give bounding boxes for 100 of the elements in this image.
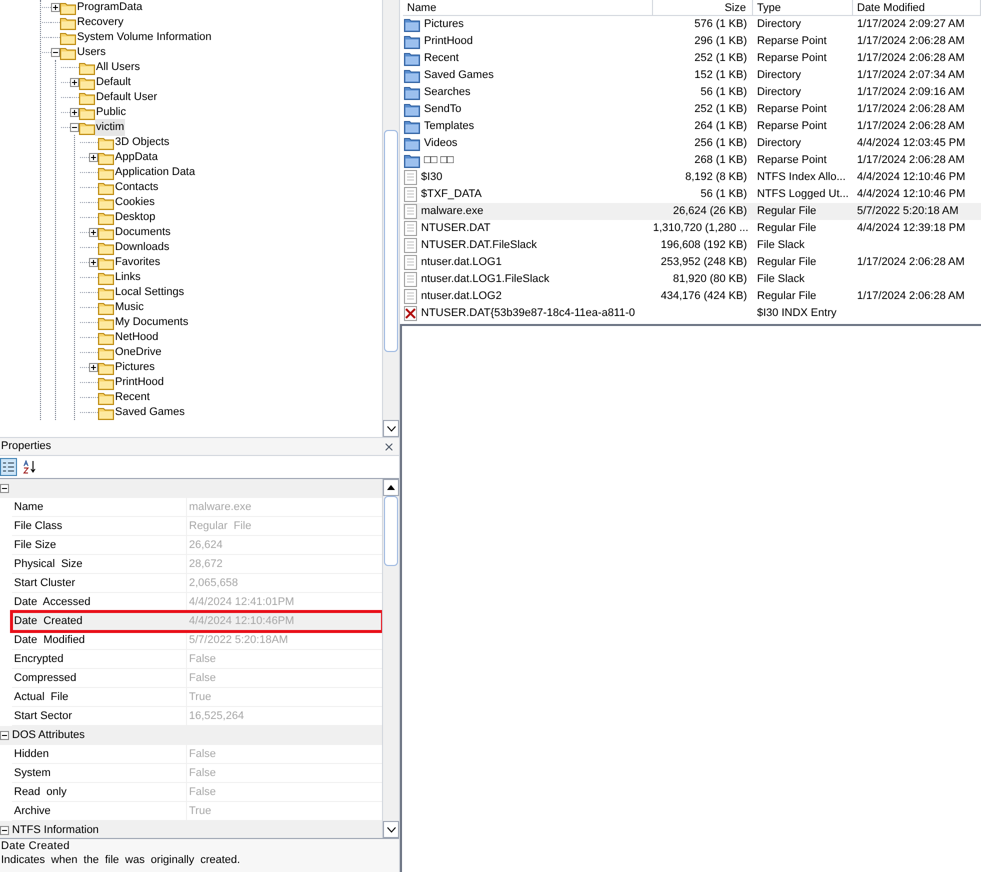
column-header[interactable]: Type <box>753 0 853 15</box>
tree-item[interactable]: Saved Games <box>114 404 186 421</box>
tree-item[interactable]: Links <box>114 269 142 286</box>
tree-item[interactable]: Default User <box>95 89 158 106</box>
expand-icon[interactable] <box>89 363 98 372</box>
property-row[interactable]: Hidden False <box>12 745 382 764</box>
folder-icon <box>79 106 95 120</box>
file-row[interactable]: Recent 252 (1 KB) Reparse Point 1/17/2024 2:06:28 AM <box>403 50 981 67</box>
tree-item[interactable]: Local Settings <box>114 284 186 301</box>
scrollbar[interactable] <box>382 0 399 437</box>
tree-item[interactable]: 3D Objects <box>114 134 170 151</box>
tree-item[interactable]: Pictures <box>114 359 156 376</box>
file-row[interactable]: malware.exe 26,624 (26 KB) Regular File 5/7/2022 5:20:18 AM <box>403 203 981 220</box>
file-row[interactable]: □□ □□ 268 (1 KB) Reparse Point 1/17/2024 2:06:28 AM <box>403 152 981 169</box>
file-row[interactable]: SendTo 252 (1 KB) Reparse Point 1/17/2024 2:06:28 AM <box>403 101 981 118</box>
folder-icon <box>79 90 95 104</box>
tree-item[interactable]: System Volume Information <box>76 29 213 46</box>
tree-item[interactable]: Users <box>76 44 107 61</box>
file-row[interactable]: NTUSER.DAT 1,310,720 (1,280 ... Regular File 4/4/2024 12:39:18 PM <box>403 220 981 237</box>
property-row[interactable]: Encrypted False <box>12 650 382 669</box>
deleted-file-icon <box>404 306 417 321</box>
file-row[interactable]: PrintHood 296 (1 KB) Reparse Point 1/17/2024 2:06:28 AM <box>403 33 981 50</box>
close-icon[interactable] <box>383 440 395 452</box>
property-row[interactable]: Physical Size 28,672 <box>12 555 382 574</box>
file-row[interactable]: Templates 264 (1 KB) Reparse Point 1/17/2024 2:06:28 AM <box>403 118 981 135</box>
tree-item[interactable]: Cookies <box>114 194 156 211</box>
file-row[interactable]: Searches 56 (1 KB) Directory 1/17/2024 2:09:16 AM <box>403 84 981 101</box>
file-row[interactable]: ntuser.dat.LOG2 434,176 (424 KB) Regular File 1/17/2024 2:06:28 AM <box>403 288 981 305</box>
property-row[interactable]: Start Cluster 2,065,658 <box>12 574 382 593</box>
property-row[interactable]: File Class Regular File <box>12 517 382 536</box>
folder-icon <box>60 0 76 14</box>
tree-item[interactable]: All Users <box>95 59 142 76</box>
tree-item[interactable]: OneDrive <box>114 344 162 361</box>
scroll-down-button[interactable] <box>383 821 399 838</box>
property-row[interactable]: Date Created 4/4/2024 12:10:46PM <box>12 612 382 631</box>
property-row[interactable]: Read only False <box>12 783 382 802</box>
file-type: $I30 INDX Entry <box>756 306 838 322</box>
tree-item[interactable]: Contacts <box>114 179 160 196</box>
property-label: Physical Size <box>12 555 187 574</box>
tree-item[interactable]: Recovery <box>76 14 124 31</box>
tree-item[interactable]: Desktop <box>114 209 156 226</box>
file-type: Regular File <box>756 255 818 270</box>
scroll-thumb[interactable] <box>384 130 398 352</box>
scroll-up-button[interactable] <box>383 479 399 496</box>
scroll-down-button[interactable] <box>383 420 399 437</box>
tree-item[interactable]: NetHood <box>114 329 160 346</box>
property-row[interactable]: Actual File True <box>12 688 382 707</box>
property-row[interactable]: File Size 26,624 <box>12 536 382 555</box>
alphabetical-sort-button[interactable] <box>21 458 38 476</box>
collapse-icon[interactable] <box>0 484 9 493</box>
tree-item[interactable]: victim <box>95 119 126 136</box>
property-value: False <box>187 669 382 688</box>
tree-item[interactable]: Recent <box>114 389 151 406</box>
expand-icon[interactable] <box>89 228 98 237</box>
collapse-icon[interactable] <box>51 48 60 57</box>
expand-icon[interactable] <box>89 258 98 267</box>
property-row[interactable]: Date Modified 5/7/2022 5:20:18AM <box>12 631 382 650</box>
tree-item[interactable]: My Documents <box>114 314 190 331</box>
file-date: 1/17/2024 2:07:34 AM <box>856 68 966 84</box>
file-size: 264 (1 KB) <box>693 119 748 134</box>
tree-item[interactable]: Music <box>114 299 145 316</box>
scroll-thumb[interactable] <box>384 496 398 566</box>
property-row[interactable]: Compressed False <box>12 669 382 688</box>
property-row[interactable]: Name malware.exe <box>12 498 382 517</box>
collapse-icon[interactable] <box>0 826 9 835</box>
expand-icon[interactable] <box>70 108 79 117</box>
tree-item[interactable]: Downloads <box>114 239 170 256</box>
expand-icon[interactable] <box>89 153 98 162</box>
tree-item[interactable]: Public <box>95 104 127 121</box>
column-header[interactable]: Size <box>653 0 753 15</box>
folder-icon <box>404 52 420 66</box>
collapse-icon[interactable] <box>70 123 79 132</box>
tree-item[interactable]: Documents <box>114 224 172 241</box>
expand-icon[interactable] <box>70 78 79 87</box>
file-name: ntuser.dat.LOG1 <box>421 255 502 270</box>
file-row[interactable]: NTUSER.DAT{53b39e87-18c4-11ea-a811-0 $I30 INDX Entry <box>403 305 981 322</box>
tree-item[interactable]: Default <box>95 74 132 91</box>
file-row[interactable]: Pictures 576 (1 KB) Directory 1/17/2024 2:09:27 AM <box>403 16 981 33</box>
property-label: File Class <box>12 517 187 536</box>
expand-icon[interactable] <box>51 3 60 12</box>
column-header[interactable]: Name <box>403 0 653 15</box>
column-header[interactable]: Date Modified <box>853 0 981 15</box>
tree-item[interactable]: PrintHood <box>114 374 165 391</box>
property-row[interactable]: System False <box>12 764 382 783</box>
scrollbar[interactable] <box>382 479 399 838</box>
file-row[interactable]: ntuser.dat.LOG1.FileSlack 81,920 (80 KB) File Slack <box>403 271 981 288</box>
file-row[interactable]: Saved Games 152 (1 KB) Directory 1/17/2024 2:07:34 AM <box>403 67 981 84</box>
tree-item[interactable]: ProgramData <box>76 0 144 16</box>
tree-item[interactable]: AppData <box>114 149 159 166</box>
tree-item[interactable]: Favorites <box>114 254 162 271</box>
file-row[interactable]: Videos 256 (1 KB) Directory 4/4/2024 12:03:45 PM <box>403 135 981 152</box>
file-row[interactable]: $TXF_DATA 56 (1 KB) NTFS Logged Ut... 4/4/2024 12:10:46 PM <box>403 186 981 203</box>
file-row[interactable]: ntuser.dat.LOG1 253,952 (248 KB) Regular File 1/17/2024 2:06:28 AM <box>403 254 981 271</box>
file-row[interactable]: NTUSER.DAT.FileSlack 196,608 (192 KB) File Slack <box>403 237 981 254</box>
file-row[interactable]: $I30 8,192 (8 KB) NTFS Index Allo... 4/4/2024 12:10:46 PM <box>403 169 981 186</box>
document-icon <box>404 187 417 202</box>
tree-item[interactable]: Application Data <box>114 164 196 181</box>
collapse-icon[interactable] <box>0 731 9 740</box>
description-text: Indicates when the file was originally created. <box>1 853 242 867</box>
categorized-view-button[interactable] <box>0 458 17 476</box>
